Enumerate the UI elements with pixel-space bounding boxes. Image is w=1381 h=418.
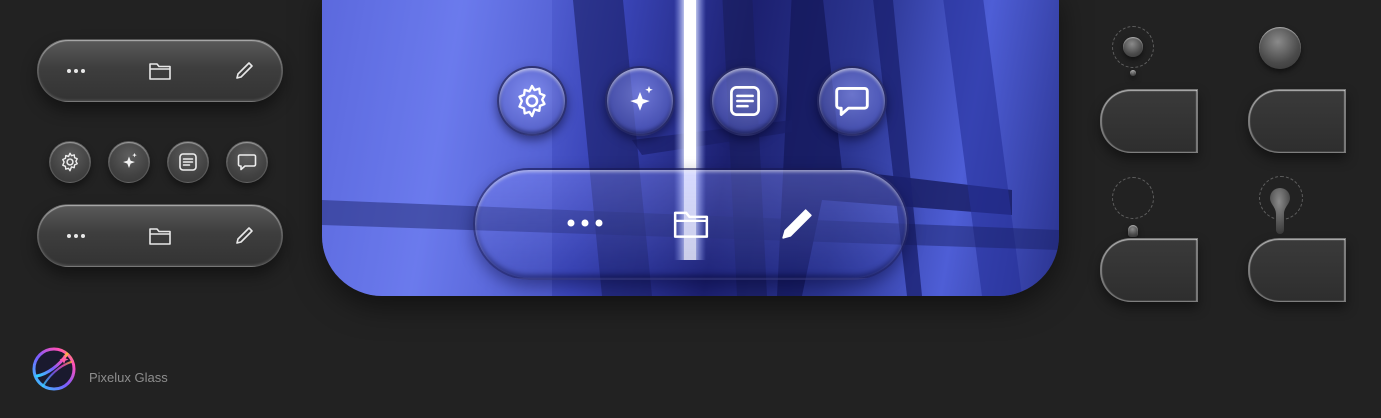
drop-tab-1[interactable]	[1100, 89, 1198, 153]
pencil-icon	[236, 61, 253, 79]
drop-tab-4[interactable]	[1248, 238, 1346, 302]
drop-dot	[1130, 70, 1136, 76]
chat-bubble-icon	[835, 86, 869, 116]
notes-button[interactable]	[167, 141, 209, 183]
drop-tab-3[interactable]	[1100, 238, 1198, 302]
drop-tab-2[interactable]	[1248, 89, 1346, 153]
toolbar-top	[37, 39, 283, 102]
pencil-icon	[782, 209, 812, 239]
chat-bubble-icon	[237, 154, 257, 171]
drop-ball-large	[1259, 27, 1301, 69]
preview-more-button[interactable]	[565, 208, 605, 238]
document-icon	[179, 153, 197, 171]
drop-ball	[1123, 37, 1143, 57]
folder-button[interactable]	[145, 56, 175, 86]
more-dots-icon	[567, 219, 603, 227]
folder-button[interactable]	[145, 221, 175, 251]
preview-notes-button[interactable]	[710, 66, 780, 136]
more-dots-icon	[67, 68, 85, 73]
gear-icon	[518, 84, 546, 118]
preview-edit-button[interactable]	[777, 204, 817, 244]
preview-chat-button[interactable]	[817, 66, 887, 136]
brand-name: Pixelux Glass	[89, 370, 168, 385]
drop-guide-ring	[1112, 177, 1154, 219]
edit-button[interactable]	[229, 221, 259, 251]
folder-icon	[673, 211, 709, 238]
ai-button[interactable]	[108, 141, 150, 183]
drop-nub	[1128, 225, 1138, 237]
preview-toolbar	[473, 168, 909, 280]
folder-icon	[149, 227, 171, 245]
toolbar-bottom	[37, 204, 283, 267]
sparkle-icon	[630, 86, 653, 111]
edit-button[interactable]	[229, 56, 259, 86]
sparkle-icon	[123, 152, 137, 168]
preview-photo	[322, 0, 1059, 296]
more-dots-icon	[67, 233, 85, 238]
preview-settings-button[interactable]	[497, 66, 567, 136]
pencil-icon	[236, 226, 253, 244]
chat-button[interactable]	[226, 141, 268, 183]
preview-ai-button[interactable]	[605, 66, 675, 136]
settings-button[interactable]	[49, 141, 91, 183]
preview-folder-button[interactable]	[671, 204, 711, 244]
folder-icon	[149, 62, 171, 80]
teardrop-icon	[1270, 188, 1290, 234]
globe-sparkle-icon	[32, 347, 76, 391]
more-button[interactable]	[61, 221, 91, 251]
more-button[interactable]	[61, 56, 91, 86]
document-icon	[730, 86, 760, 116]
gear-icon	[62, 152, 78, 172]
